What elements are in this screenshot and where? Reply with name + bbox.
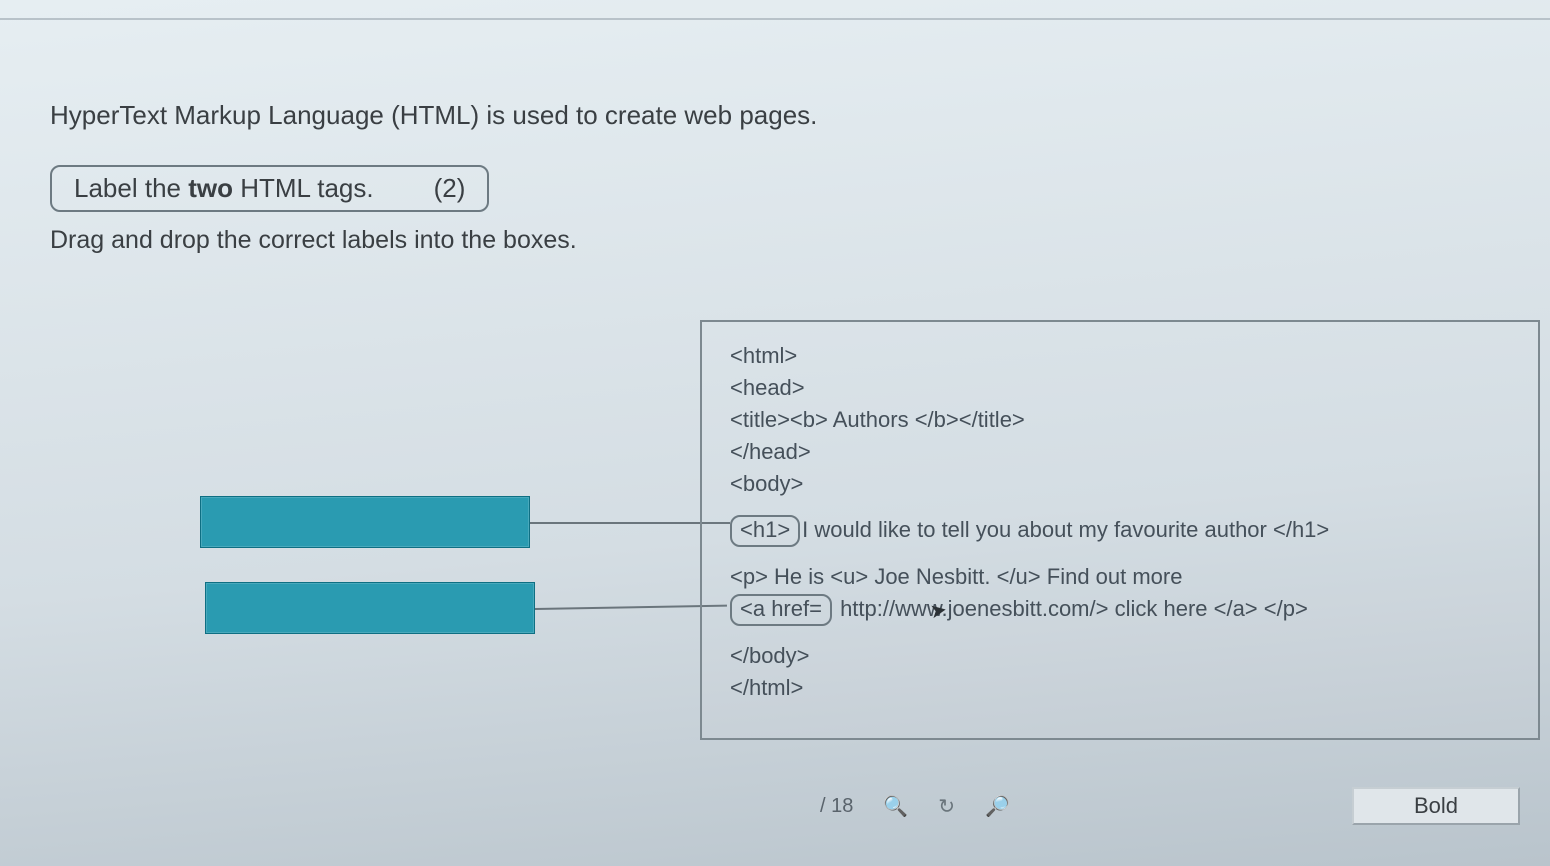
code-line: <a href= http://www.joenesbitt.com/> cli… (730, 593, 1518, 626)
bottom-toolbar: / 18 🔍 ↻ 🔎 Bold (700, 782, 1540, 830)
instruction-bold: two (188, 173, 233, 203)
page-count: / 18 (820, 795, 853, 818)
code-line: <title><b> Authors </b></title> (730, 404, 1518, 436)
intro-text: HyperText Markup Language (HTML) is used… (50, 100, 1520, 131)
code-line: <head> (730, 372, 1518, 404)
code-line: <html> (730, 340, 1518, 372)
connector-line-2 (535, 605, 727, 610)
refresh-icon[interactable]: ↻ (938, 794, 955, 819)
code-text: http://www.joenesbitt.com/> click here <… (834, 596, 1308, 621)
bold-button[interactable]: Bold (1352, 787, 1520, 825)
instruction-box: Label the two HTML tags. (2) (50, 165, 489, 212)
question-page: HyperText Markup Language (HTML) is used… (0, 0, 1550, 866)
drop-target-2[interactable] (205, 582, 535, 634)
instruction-marks: (2) (434, 173, 466, 204)
boxed-tag-a-href[interactable]: <a href= (730, 594, 832, 626)
code-text: I would like to tell you about my favour… (802, 517, 1329, 542)
sub-instruction: Drag and drop the correct labels into th… (50, 226, 1520, 255)
code-line: </head> (730, 436, 1518, 468)
code-line: <h1>I would like to tell you about my fa… (730, 514, 1518, 547)
code-panel: <html> <head> <title><b> Authors </b></t… (700, 320, 1540, 740)
boxed-tag-h1[interactable]: <h1> (730, 515, 800, 547)
top-divider (0, 18, 1550, 20)
instruction-prefix: Label the (74, 173, 188, 203)
code-line: </body> (730, 640, 1518, 672)
zoom-in-icon[interactable]: 🔍 (883, 794, 908, 819)
code-line: </html> (730, 672, 1518, 704)
zoom-out-icon[interactable]: 🔎 (985, 794, 1010, 819)
instruction-suffix: HTML tags. (233, 173, 374, 203)
code-line: <p> He is <u> Joe Nesbitt. </u> Find out… (730, 561, 1518, 593)
code-line: <body> (730, 468, 1518, 500)
drop-target-1[interactable] (200, 496, 530, 548)
instruction-text: Label the two HTML tags. (74, 173, 374, 204)
work-area: <html> <head> <title><b> Authors </b></t… (0, 310, 1550, 830)
